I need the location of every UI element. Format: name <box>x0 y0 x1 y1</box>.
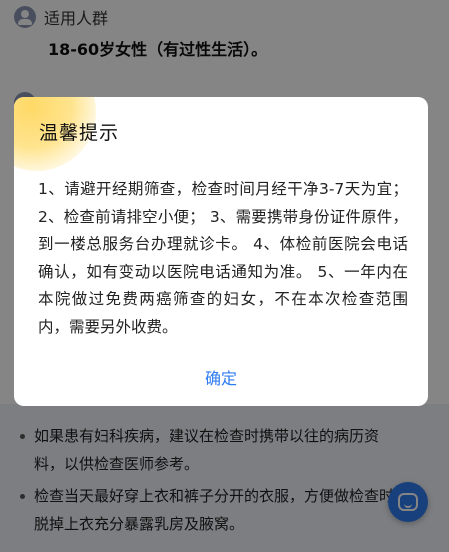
confirm-button[interactable]: 确定 <box>14 363 428 391</box>
dialog-title: 温馨提示 <box>39 122 120 144</box>
tips-dialog: 温馨提示 1、请避开经期筛查，检查时间月经干净3-7天为宜； 2、检查前请排空小… <box>14 97 428 406</box>
dialog-body: 1、请避开经期筛查，检查时间月经干净3-7天为宜； 2、检查前请排空小便； 3、… <box>38 180 408 336</box>
